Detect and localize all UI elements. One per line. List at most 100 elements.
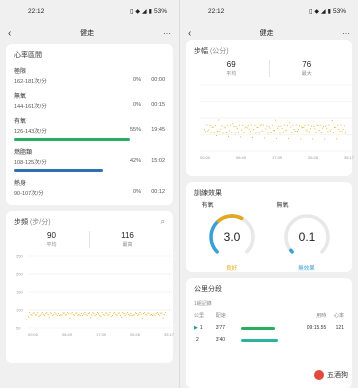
stride-point <box>315 131 317 133</box>
more-options-icon[interactable]: ··· <box>163 29 171 38</box>
stride-point <box>314 127 316 129</box>
splits-record-count: 1組記錄 <box>194 301 212 307</box>
stride-point <box>344 132 346 134</box>
cadence-point <box>78 314 80 316</box>
stride-point <box>220 128 222 130</box>
stride-point <box>339 131 341 132</box>
signal-icon: ◢ <box>142 8 147 15</box>
cadence-point <box>80 313 82 314</box>
stride-point <box>273 130 275 132</box>
page-title: 健走 <box>259 30 274 37</box>
cadence-point <box>138 313 140 315</box>
cadence-point <box>82 315 84 316</box>
stride-point <box>278 126 280 127</box>
stride-point <box>299 125 301 127</box>
zone-item: 有氧 126-143次/分 55% 19:45 <box>14 116 165 141</box>
zone-bar <box>14 138 131 141</box>
stride-point <box>261 130 263 132</box>
cadence-point <box>28 316 29 318</box>
cadence-point <box>116 314 118 316</box>
cadence-point <box>151 314 153 315</box>
cadence-point <box>70 313 72 315</box>
cadence-point <box>115 314 117 315</box>
split-row[interactable]: 2 3'40 <box>194 337 344 343</box>
left-screen: 22:12 ▯ ◆ ◢ ▮ 53% ‹ 健走 ··· 心率區間 極限 162-18… <box>0 0 179 388</box>
stride-point <box>226 124 228 126</box>
back-icon[interactable]: ‹ <box>188 28 191 39</box>
cadence-point <box>152 315 154 316</box>
stride-point <box>253 129 255 131</box>
cadence-point <box>48 317 50 319</box>
cadence-point <box>77 314 79 316</box>
vibrate-icon: ▯ <box>309 8 313 15</box>
stride-point <box>303 127 305 129</box>
zone-bar <box>14 169 103 172</box>
cadence-point <box>39 314 41 316</box>
cadence-point <box>134 312 136 314</box>
stride-point <box>245 126 247 128</box>
y-tick-label: 200 <box>16 272 23 277</box>
stride-point <box>293 128 295 130</box>
cadence-point <box>107 314 109 316</box>
cadence-point <box>51 312 52 314</box>
anaerobic-gauge: 無氧 0.1 無效果 <box>277 200 337 272</box>
splits-header: 公里 配速 用時 心率 <box>194 312 344 319</box>
cadence-point <box>156 312 158 314</box>
zone-name: 極限 <box>14 69 27 75</box>
stride-point <box>212 126 214 128</box>
stride-point <box>340 124 342 126</box>
stride-point <box>234 132 236 134</box>
stride-point <box>330 129 332 131</box>
wifi-icon: ◆ <box>314 8 320 15</box>
vibrate-icon: ▯ <box>130 8 134 15</box>
stride-point <box>325 125 327 127</box>
stride-point <box>243 132 245 133</box>
cadence-point <box>126 312 128 313</box>
stride-point <box>269 127 271 129</box>
cadence-point <box>147 312 149 314</box>
cadence-point <box>155 313 157 315</box>
cadence-point <box>68 313 70 315</box>
stride-point <box>271 124 273 126</box>
cadence-point <box>88 312 90 314</box>
stride-point <box>247 125 249 127</box>
cadence-point <box>140 313 142 315</box>
cadence-point <box>60 314 62 316</box>
cadence-point <box>117 312 119 314</box>
watermark: 五酒狗 <box>310 368 352 382</box>
cadence-point <box>62 312 64 314</box>
stride-avg-value: 69 <box>226 60 236 69</box>
km-splits-title: 公里分段 <box>194 286 222 293</box>
stride-unit: (公分) <box>209 48 229 55</box>
aerobic-gauge: 有氧 3.0 良好 <box>202 200 262 272</box>
split-pace: 3'40 <box>215 337 225 343</box>
cadence-point <box>154 315 156 316</box>
cadence-point <box>125 313 127 315</box>
cadence-point <box>137 314 139 316</box>
x-tick-label: 00:00 <box>200 155 211 160</box>
stride-stats: 69 平均 76 最大 <box>194 60 344 77</box>
more-options-icon[interactable]: ··· <box>342 29 350 38</box>
back-icon[interactable]: ‹ <box>8 28 11 39</box>
stride-max-label: 最大 <box>301 71 312 77</box>
stride-point <box>316 124 318 126</box>
cadence-point <box>85 313 87 315</box>
x-tick-label: 35:17 <box>164 332 175 337</box>
battery-percent: 53% <box>332 7 346 15</box>
cadence-point <box>31 314 33 316</box>
x-tick-label: 26:28 <box>130 332 141 337</box>
stride-point <box>312 138 314 140</box>
zones-list: 極限 162-181次/分 0% 00:00 無氧 144-161次/分 0% 00:15 有氧… <box>14 66 165 197</box>
cadence-point <box>131 315 133 317</box>
cadence-point <box>102 314 104 316</box>
cadence-point <box>72 314 74 315</box>
stride-point <box>319 124 321 126</box>
split-row[interactable]: ▶ 1 3'77 09:15.55 121 <box>194 325 344 331</box>
cadence-point <box>160 312 162 314</box>
page-title: 健走 <box>80 30 95 37</box>
stride-point <box>255 132 257 134</box>
cadence-point <box>44 314 46 316</box>
stride-point <box>231 131 233 133</box>
zone-time: 15:02 <box>151 158 165 164</box>
zoom-icon[interactable]: ⌕ <box>161 217 165 227</box>
